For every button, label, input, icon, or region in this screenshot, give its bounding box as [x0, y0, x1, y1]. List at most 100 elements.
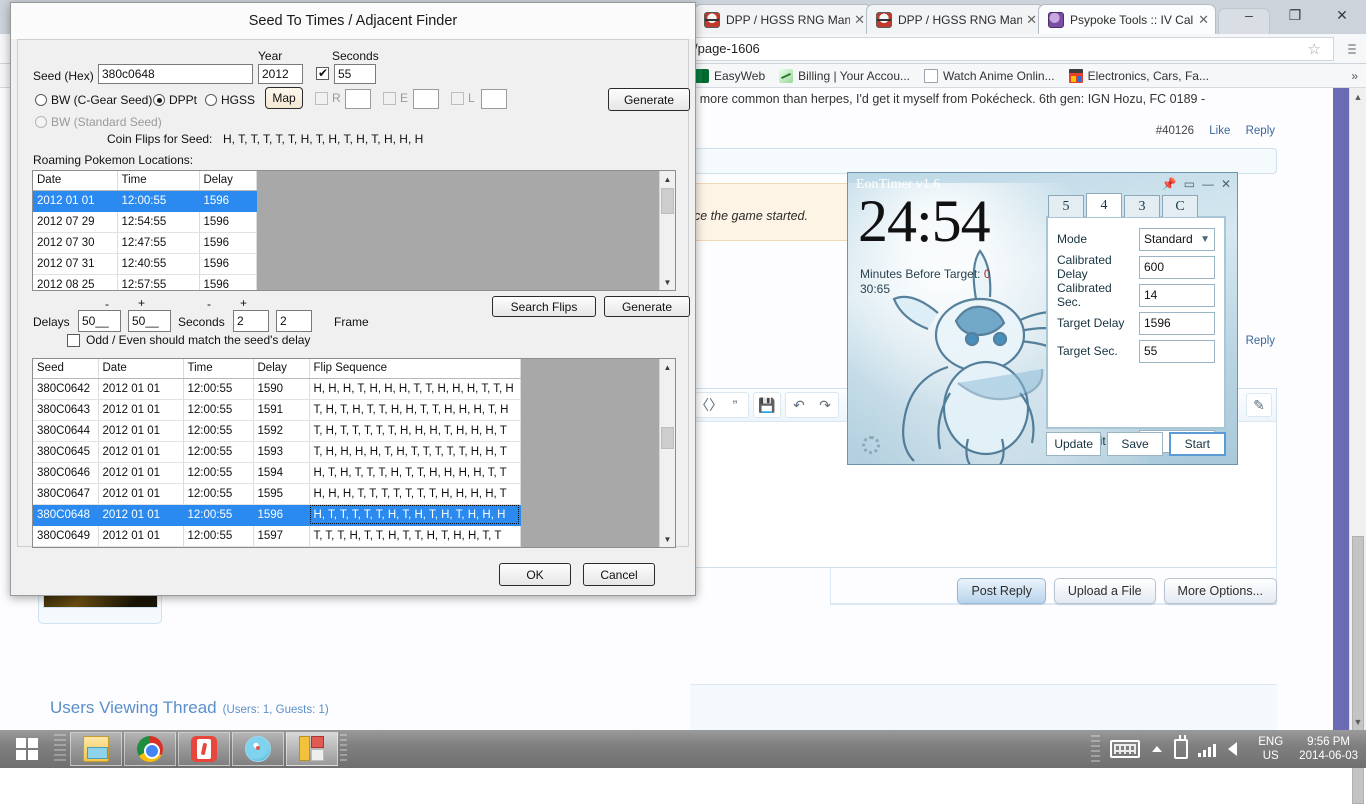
users-viewing-title[interactable]: Users Viewing Thread: [50, 698, 217, 718]
close-button[interactable]: ✕: [1318, 0, 1366, 30]
chrome-menu-icon[interactable]: ⎯⎯⎯: [1338, 43, 1366, 55]
upload-file-button[interactable]: Upload a File: [1054, 578, 1156, 604]
table-row[interactable]: 380C0645 2012 01 01 12:00:55 1593 T, H, …: [33, 441, 520, 462]
eontimer-tab-5[interactable]: 5: [1048, 195, 1084, 217]
scrollbar-thumb[interactable]: [661, 188, 674, 214]
reply-link-2[interactable]: Reply: [1246, 335, 1275, 347]
results-scrollbar[interactable]: ▲ ▼: [659, 359, 675, 547]
browser-tab-2[interactable]: Psypoke Tools :: IV Cal ✕: [1038, 4, 1216, 34]
table-row[interactable]: 380C0646 2012 01 01 12:00:55 1594 H, T, …: [33, 462, 520, 483]
save-icon[interactable]: 💾: [754, 393, 780, 417]
generate-bottom-button[interactable]: Generate: [604, 296, 690, 317]
bookmarks-overflow-icon[interactable]: »: [1343, 69, 1366, 83]
results-col-date[interactable]: Date: [98, 359, 183, 378]
table-row[interactable]: 2012 07 29 12:54:55 1596: [33, 211, 256, 232]
browser-tab-1[interactable]: DPP / HGSS RNG Man ✕: [866, 4, 1044, 34]
table-row[interactable]: 2012 08 25 12:57:55 1596: [33, 274, 256, 291]
input-r[interactable]: [345, 89, 371, 109]
odd-even-checkbox[interactable]: [67, 334, 80, 347]
bookmark-electronics[interactable]: Electronics, Cars, Fa...: [1062, 66, 1216, 86]
cancel-button[interactable]: Cancel: [583, 563, 655, 586]
seed-to-times-dialog[interactable]: Seed To Times / Adjacent Finder Year Sec…: [10, 2, 696, 596]
taskbar-item-pokemon-tool[interactable]: [232, 732, 284, 766]
address-input[interactable]: /page-1606 ☆: [688, 37, 1334, 61]
browser-tab-0[interactable]: DPP / HGSS RNG Man ✕: [694, 4, 872, 34]
checkbox-r[interactable]: [315, 92, 328, 105]
scroll-down-icon[interactable]: ▼: [660, 531, 675, 547]
like-link[interactable]: Like: [1209, 125, 1230, 137]
table-row[interactable]: 380C0642 2012 01 01 12:00:55 1590 H, H, …: [33, 378, 520, 399]
start-button[interactable]: [0, 730, 54, 768]
clock[interactable]: 9:56 PM 2014-06-03: [1299, 735, 1358, 763]
pin-icon[interactable]: 📌: [1162, 177, 1177, 191]
seconds-minus-input[interactable]: 2: [233, 310, 269, 332]
battery-icon[interactable]: [1174, 739, 1188, 759]
close-icon[interactable]: ✕: [1198, 12, 1209, 28]
close-icon[interactable]: ✕: [854, 12, 865, 28]
map-button[interactable]: Map: [265, 87, 303, 109]
redo-icon[interactable]: ↷: [812, 393, 838, 417]
roaming-col-time[interactable]: Time: [117, 171, 199, 190]
scroll-up-icon[interactable]: ▲: [660, 359, 675, 375]
scroll-up-icon[interactable]: ▲: [660, 171, 675, 187]
seconds-plus-input[interactable]: 2: [276, 310, 312, 332]
tray-grip[interactable]: [1091, 735, 1100, 763]
reply-link[interactable]: Reply: [1246, 125, 1275, 137]
search-flips-button[interactable]: Search Flips: [492, 296, 596, 317]
calibrated-delay-input[interactable]: 600: [1139, 256, 1215, 279]
scrollbar-thumb[interactable]: [661, 427, 674, 449]
table-row[interactable]: 380C0643 2012 01 01 12:00:55 1591 T, H, …: [33, 399, 520, 420]
checkbox-l[interactable]: [451, 92, 464, 105]
minimize-icon[interactable]: —: [1202, 177, 1214, 191]
save-button[interactable]: Save: [1107, 432, 1162, 456]
results-col-time[interactable]: Time: [183, 359, 253, 378]
eontimer-window[interactable]: EonTimer v1.6 📌 ▭ — ✕ 24:54 Minutes: [847, 172, 1238, 465]
close-icon[interactable]: ✕: [1221, 177, 1231, 191]
maximize-icon[interactable]: ▭: [1184, 177, 1195, 191]
taskbar-item-file-explorer[interactable]: [70, 732, 122, 766]
show-hidden-icons-icon[interactable]: [1152, 746, 1162, 752]
page-scrollbar[interactable]: ▲ ▼: [1349, 88, 1366, 730]
code-icon[interactable]: 〈〉: [696, 393, 722, 417]
eontimer-tab-4[interactable]: 4: [1086, 193, 1122, 217]
scroll-down-icon[interactable]: ▼: [1350, 713, 1366, 730]
year-input[interactable]: 2012: [258, 64, 303, 84]
target-sec-input[interactable]: 55: [1139, 340, 1215, 363]
table-row[interactable]: 2012 01 01 12:00:55 1596: [33, 190, 256, 211]
mode-select[interactable]: Standard ▼: [1139, 228, 1215, 251]
target-delay-input[interactable]: 1596: [1139, 312, 1215, 335]
bookmark-anime[interactable]: Watch Anime Onlin...: [917, 66, 1062, 86]
results-col-flip[interactable]: Flip Sequence: [309, 359, 520, 378]
table-row[interactable]: 380C0647 2012 01 01 12:00:55 1595 H, H, …: [33, 483, 520, 504]
taskbar-item-chrome[interactable]: [124, 732, 176, 766]
roaming-listview[interactable]: Date Time Delay 2012 01 01 12:00:55 1596: [32, 170, 676, 291]
maximize-button[interactable]: ❐: [1272, 0, 1318, 30]
delays-plus-input[interactable]: 50__: [128, 310, 171, 332]
input-l[interactable]: [481, 89, 507, 109]
roaming-col-date[interactable]: Date: [33, 171, 117, 190]
volume-icon[interactable]: [1228, 742, 1244, 756]
update-button[interactable]: Update: [1046, 432, 1101, 456]
radio-bw-cgear[interactable]: BW (C-Gear Seed): [35, 93, 152, 107]
start-button[interactable]: Start: [1169, 432, 1226, 456]
language-indicator[interactable]: ENG US: [1258, 735, 1283, 763]
table-row[interactable]: 380C0649 2012 01 01 12:00:55 1597 T, T, …: [33, 525, 520, 546]
results-listview[interactable]: Seed Date Time Delay Flip Sequence 380C0…: [32, 358, 676, 548]
table-row[interactable]: 380C0644 2012 01 01 12:00:55 1592 T, H, …: [33, 420, 520, 441]
radio-hgss[interactable]: HGSS: [205, 93, 255, 107]
ok-button[interactable]: OK: [499, 563, 571, 586]
input-e[interactable]: [413, 89, 439, 109]
seconds-checkbox[interactable]: [316, 67, 329, 80]
post-reply-button[interactable]: Post Reply: [957, 578, 1045, 604]
attach-icon[interactable]: ✎: [1246, 393, 1272, 417]
seed-input[interactable]: 380c0648: [98, 64, 253, 84]
roaming-scrollbar[interactable]: ▲ ▼: [659, 171, 675, 290]
undo-icon[interactable]: ↶: [786, 393, 812, 417]
scroll-up-icon[interactable]: ▲: [1350, 88, 1366, 105]
delays-minus-input[interactable]: 50__: [78, 310, 121, 332]
network-icon[interactable]: [1198, 741, 1216, 757]
more-options-button[interactable]: More Options...: [1164, 578, 1277, 604]
eontimer-tab-c[interactable]: C: [1162, 195, 1198, 217]
close-icon[interactable]: ✕: [1026, 12, 1037, 28]
bookmark-easyweb[interactable]: EasyWeb: [688, 66, 772, 86]
